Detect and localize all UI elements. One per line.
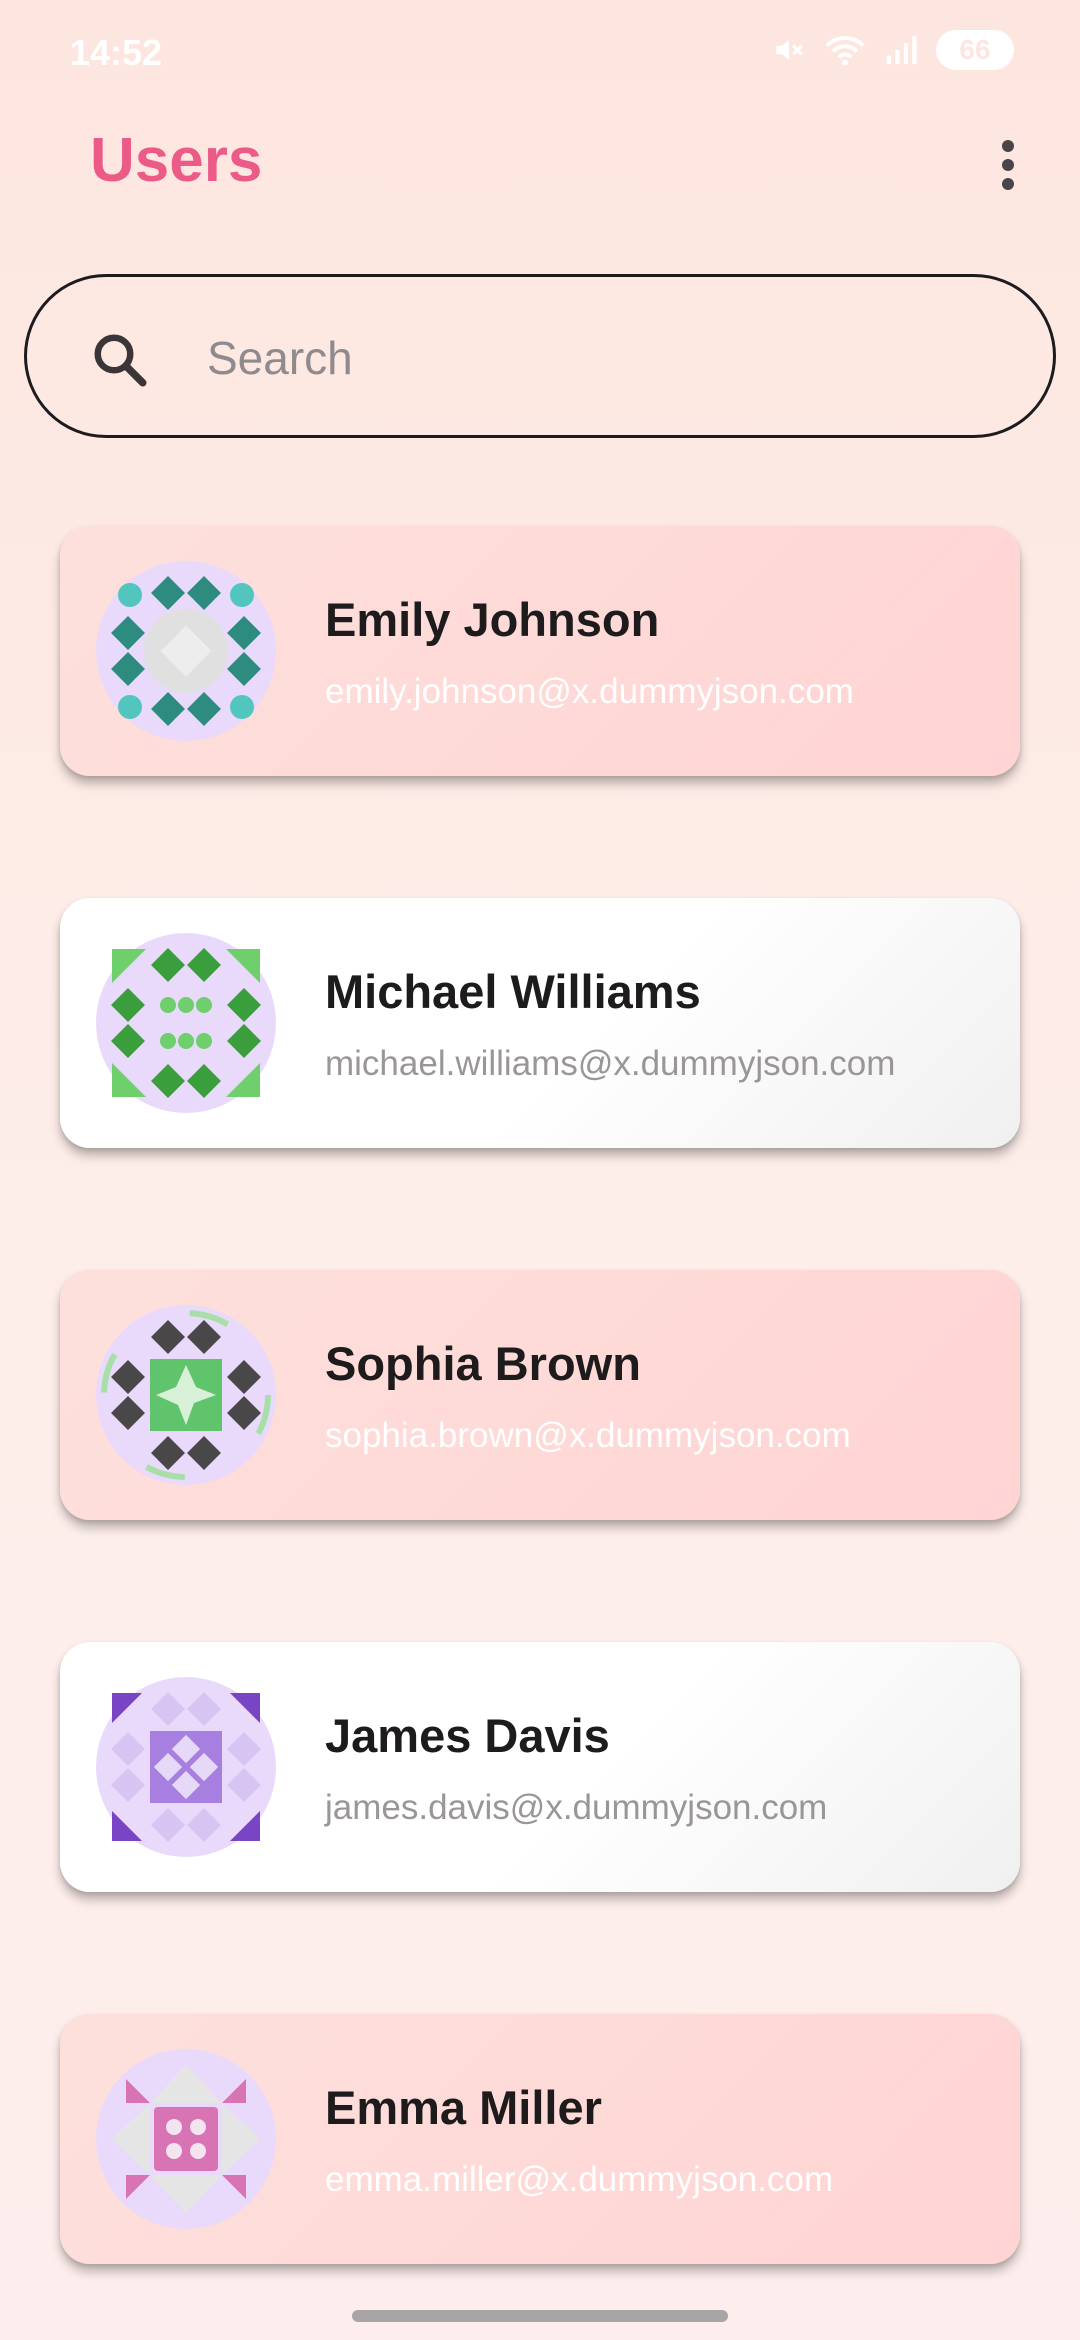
user-avatar xyxy=(96,561,276,741)
user-card[interactable]: Michael Williams michael.williams@x.dumm… xyxy=(60,898,1020,1148)
user-avatar xyxy=(96,933,276,1113)
user-card[interactable]: James Davis james.davis@x.dummyjson.com xyxy=(60,1642,1020,1892)
wifi-icon xyxy=(825,36,865,66)
battery-level: 66 xyxy=(959,34,991,65)
user-name: James Davis xyxy=(325,1709,610,1762)
user-card[interactable]: Emma Miller emma.miller@x.dummyjson.com xyxy=(60,2014,1020,2264)
mute-icon xyxy=(776,40,803,60)
status-bar: 14:52 66 xyxy=(0,0,1080,110)
user-email: emily.johnson@x.dummyjson.com xyxy=(325,672,854,711)
user-name: Emily Johnson xyxy=(325,593,660,646)
user-email: emma.miller@x.dummyjson.com xyxy=(325,2160,834,2199)
user-card[interactable]: Sophia Brown sophia.brown@x.dummyjson.co… xyxy=(60,1270,1020,1520)
user-avatar xyxy=(96,1677,276,1857)
user-name: Emma Miller xyxy=(325,2081,602,2134)
search-bar[interactable] xyxy=(24,274,1056,438)
user-email: michael.williams@x.dummyjson.com xyxy=(325,1044,896,1083)
search-input[interactable] xyxy=(205,317,1009,399)
more-options-button[interactable] xyxy=(978,135,1038,195)
user-card[interactable]: Emily Johnson emily.johnson@x.dummyjson.… xyxy=(60,526,1020,776)
user-avatar xyxy=(96,1305,276,1485)
user-email: sophia.brown@x.dummyjson.com xyxy=(325,1416,851,1455)
user-name: Michael Williams xyxy=(325,965,701,1018)
user-name: Sophia Brown xyxy=(325,1337,641,1390)
page-title: Users xyxy=(90,126,263,195)
user-email: james.davis@x.dummyjson.com xyxy=(325,1788,828,1827)
status-time: 14:52 xyxy=(70,32,163,73)
home-indicator[interactable] xyxy=(352,2310,728,2322)
more-vert-icon xyxy=(1002,140,1014,190)
status-icons: 66 xyxy=(772,30,1014,70)
user-avatar xyxy=(96,2049,276,2229)
search-icon xyxy=(94,334,147,387)
signal-icon xyxy=(886,35,917,65)
battery-icon: 66 xyxy=(936,30,1014,70)
